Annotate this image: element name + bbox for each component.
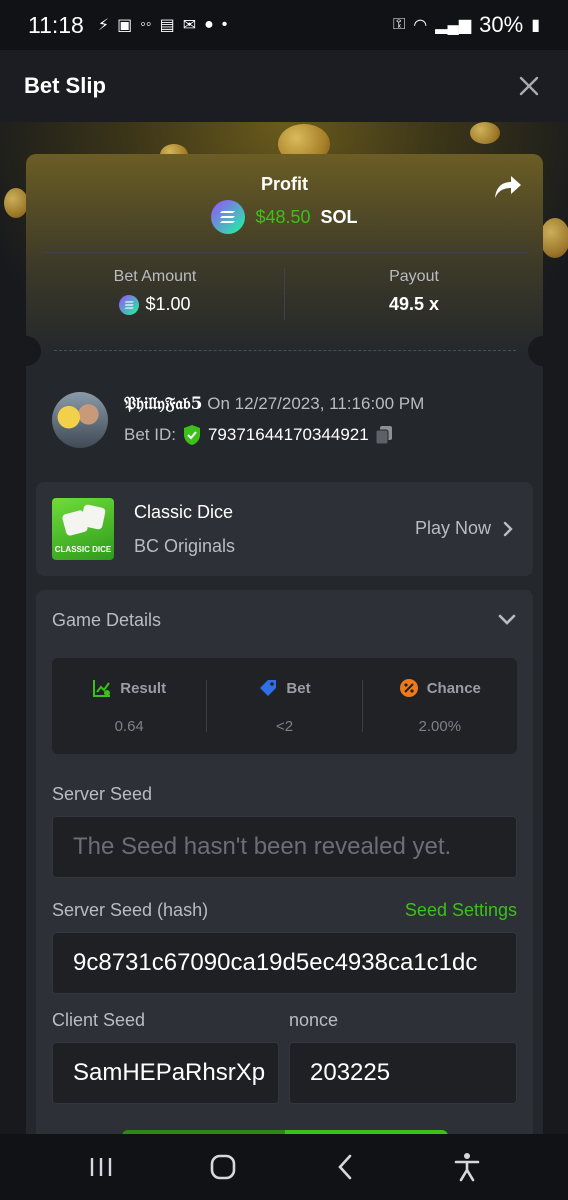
seed-settings-link[interactable]: Seed Settings [405, 900, 517, 921]
bet-amount-value: $1.00 [145, 294, 191, 314]
server-seed-label: Server Seed [52, 784, 153, 804]
bet-slip-content[interactable]: Profit $48.50 SOL Bet Amount $1.00 Payou… [0, 122, 568, 1134]
mail-icon: ✉ [182, 17, 197, 34]
back-icon [338, 1154, 352, 1180]
signal-icon: ▂▄▆ [435, 17, 472, 34]
ticket-notch-right [528, 336, 558, 366]
result-chart-icon [93, 680, 111, 697]
page-title: Bet Slip [24, 73, 106, 98]
bet-date: On 12/27/2023, 11:16:00 PM [207, 394, 425, 413]
game-name: Classic Dice [134, 502, 234, 522]
chevron-down-icon[interactable] [497, 612, 517, 628]
recent-apps-icon [90, 1158, 112, 1176]
server-seed-field[interactable]: The Seed hasn't been revealed yet. [52, 816, 517, 878]
close-icon [519, 76, 539, 96]
close-button[interactable] [514, 71, 544, 101]
client-seed-field[interactable]: SamHEPaRhsrXp [52, 1042, 279, 1104]
system-nav-bar [0, 1134, 568, 1200]
divider [42, 252, 528, 253]
solana-icon [211, 200, 246, 234]
accessibility-button[interactable] [437, 1142, 497, 1192]
server-seed-hash-field[interactable]: 9c8731c67090ca19d5ec4938ca1c1dc [52, 932, 517, 994]
game-details-title: Game Details [52, 610, 162, 630]
recent-apps-button[interactable] [71, 1142, 131, 1192]
stat-bet-value: <2 [275, 718, 294, 735]
bet-id-label: Bet ID: [124, 425, 176, 444]
profit-label: Profit [261, 174, 308, 194]
flash-icon: ⚡ [97, 17, 110, 34]
game-provider: BC Originals [134, 536, 236, 556]
stat-chance-value: 2.00% [418, 718, 462, 735]
server-seed-hash-label: Server Seed (hash) [52, 900, 209, 920]
nonce-label: nonce [289, 1010, 339, 1030]
stat-result: Result 0.64 [52, 658, 206, 754]
status-time: 11:18 [28, 11, 84, 38]
stat-chance: Chance 2.00% [363, 658, 517, 754]
stat-result-label: Result [120, 679, 167, 697]
game-details-panel: Game Details Result 0.64 Bet <2 Chance 2… [36, 590, 533, 1134]
coin-decoration [470, 122, 500, 144]
game-thumb-label: CLASSIC DICE [54, 545, 112, 554]
dashed-divider [54, 350, 516, 351]
modal-header: Bet Slip [0, 50, 568, 122]
profit-currency: SOL [320, 206, 358, 227]
profit-row: $48.50 SOL [26, 200, 543, 234]
bet-tag-icon [260, 680, 277, 696]
payout-value: 49.5 x [388, 294, 440, 314]
chevron-right-icon [503, 521, 513, 536]
payout-label: Payout [389, 268, 439, 285]
battery-level: 30% [479, 12, 524, 37]
profit-amount: $48.50 [255, 206, 311, 227]
chat-icon: ● [204, 16, 214, 33]
copy-icon[interactable] [375, 425, 393, 445]
coin-decoration [540, 218, 568, 258]
client-seed-label: Client Seed [52, 1010, 146, 1030]
share-button[interactable] [493, 174, 525, 202]
stat-chance-label: Chance [426, 679, 481, 697]
play-now-button[interactable]: Play Now [415, 518, 513, 539]
shield-check-icon [183, 425, 200, 445]
system-icons: ⚿ ◠ ▂▄▆ 30% ▮ [393, 12, 540, 38]
status-bar: 11:18 ⚡ ▣ ◦◦ ▤ ✉ ● • ⚿ ◠ ▂▄▆ 30% ▮ [0, 0, 568, 50]
notification-icons: ⚡ ▣ ◦◦ ▤ ✉ ● • [98, 15, 228, 35]
more-dot-icon: • [221, 16, 228, 33]
accessibility-icon [454, 1153, 480, 1182]
ticket-notch-left [11, 336, 41, 366]
solana-icon [119, 294, 140, 315]
game-card[interactable]: CLASSIC DICE Classic Dice BC Originals P… [36, 482, 533, 576]
stat-result-value: 0.64 [114, 718, 144, 735]
home-icon [210, 1154, 236, 1180]
back-button[interactable] [315, 1142, 375, 1192]
wifi-icon: ◠ [413, 17, 428, 34]
play-now-label: Play Now [414, 518, 491, 538]
bet-summary-row: Bet Amount $1.00 Payout 49.5 x [26, 268, 543, 324]
dice-icon [79, 503, 107, 531]
avatar[interactable] [52, 392, 108, 448]
share-icon [495, 176, 521, 198]
bet-slip-card: Profit $48.50 SOL Bet Amount $1.00 Payou… [11, 154, 558, 1134]
voicemail-icon: ◦◦ [140, 16, 152, 33]
coin-decoration [4, 188, 28, 218]
sim-icon: ▤ [159, 17, 175, 34]
battery-icon: ▮ [531, 17, 540, 34]
nonce-field[interactable]: 203225 [289, 1042, 517, 1104]
percent-icon [399, 679, 418, 697]
key-icon: ⚿ [393, 16, 406, 33]
bet-user-info: 𝔓𝔥𝔦𝔩𝔩𝔶𝔉𝔞𝔟5 On 12/27/2023, 11:16:00 PM Be… [52, 392, 424, 448]
bet-amount-label: Bet Amount [113, 268, 197, 285]
payout: Payout 49.5 x [285, 268, 543, 324]
username[interactable]: 𝔓𝔥𝔦𝔩𝔩𝔶𝔉𝔞𝔟5 [124, 394, 203, 414]
home-button[interactable] [193, 1142, 253, 1192]
stat-bet-label: Bet [286, 679, 311, 697]
game-thumbnail: CLASSIC DICE [52, 498, 114, 560]
game-stats-box: Result 0.64 Bet <2 Chance 2.00% [52, 658, 517, 754]
bet-amount: Bet Amount $1.00 [26, 268, 284, 324]
bet-id-value: 79371644170344921 [207, 425, 369, 444]
video-icon: ▣ [117, 17, 133, 34]
stat-bet: Bet <2 [207, 658, 361, 754]
